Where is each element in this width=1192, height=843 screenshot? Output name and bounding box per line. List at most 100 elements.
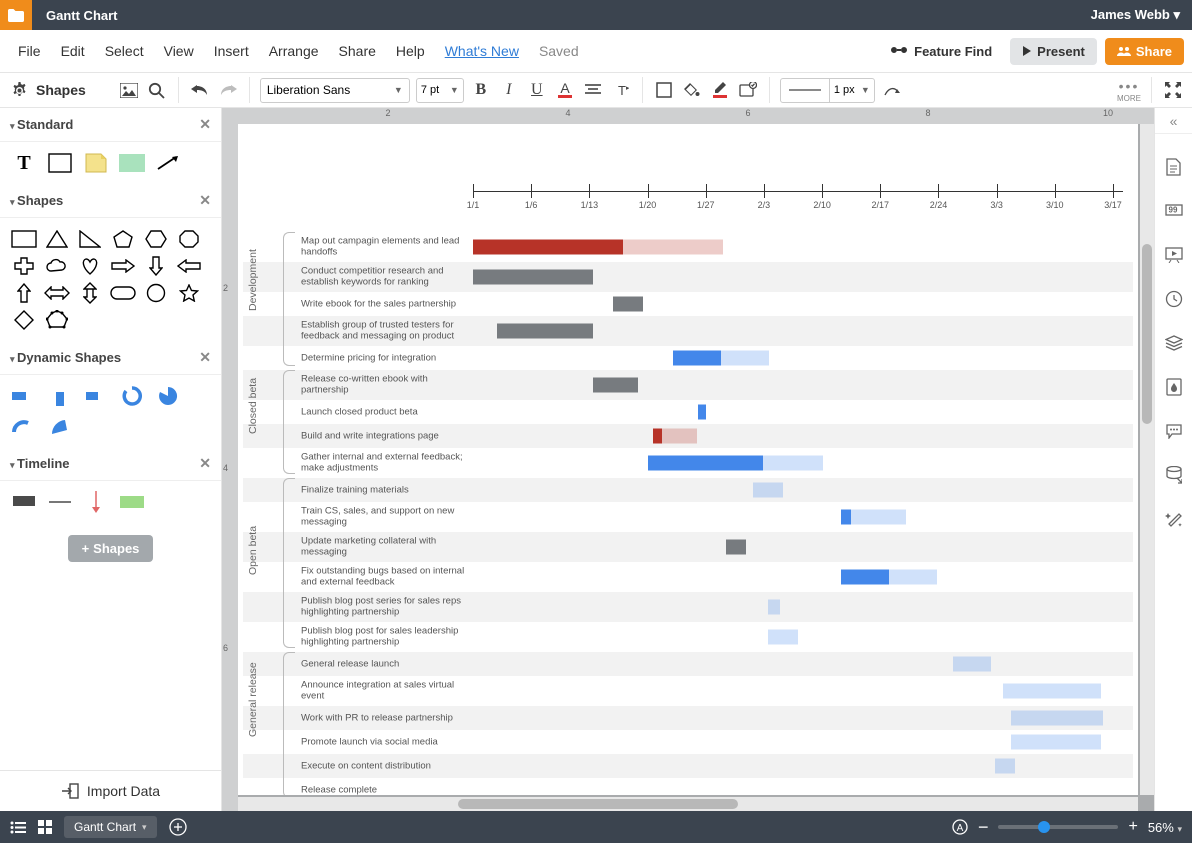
task-row[interactable]: Map out campagin elements and lead hando…: [243, 232, 1133, 262]
shape-diamond[interactable]: [10, 309, 38, 331]
task-row[interactable]: Build and write integrations page: [243, 424, 1133, 448]
gantt-bar[interactable]: [1011, 711, 1103, 726]
gantt-bar[interactable]: [698, 405, 706, 420]
shape-polygon[interactable]: [43, 309, 71, 331]
font-select[interactable]: Liberation Sans▼: [260, 78, 410, 103]
shape-cross[interactable]: [10, 255, 38, 277]
dyn-ring[interactable]: [118, 385, 146, 407]
menu-insert[interactable]: Insert: [214, 43, 249, 59]
task-row[interactable]: Finalize training materials: [243, 478, 1133, 502]
tl-milestone[interactable]: [82, 491, 110, 513]
zoom-level[interactable]: 56% ▾: [1148, 820, 1182, 835]
gantt-bar[interactable]: [753, 483, 783, 498]
gantt-bar[interactable]: [726, 540, 746, 555]
share-button[interactable]: Share: [1105, 38, 1184, 65]
gear-icon[interactable]: [8, 79, 30, 101]
align-icon[interactable]: [582, 79, 604, 101]
shape-arrow-lr[interactable]: [43, 282, 71, 304]
canvas[interactable]: 2 4 6 8 10 2 4 6 1/11/61/131/201/272/32/…: [222, 108, 1154, 811]
shape-arrow-ud[interactable]: [76, 282, 104, 304]
chat-icon[interactable]: [1163, 420, 1185, 442]
gantt-bar[interactable]: [673, 351, 721, 366]
menu-select[interactable]: Select: [105, 43, 144, 59]
gantt-bar[interactable]: [653, 429, 662, 444]
user-menu[interactable]: James Webb ▾: [1091, 7, 1192, 23]
task-row[interactable]: Release co-written ebook with partnershi…: [243, 370, 1133, 400]
shape-triangle[interactable]: [43, 228, 71, 250]
feature-find[interactable]: Feature Find: [890, 44, 992, 59]
gantt-bar[interactable]: [953, 657, 991, 672]
shape-pill[interactable]: [109, 282, 137, 304]
gantt-bar[interactable]: [995, 759, 1015, 774]
dyn-bar[interactable]: [10, 385, 38, 407]
block-shape[interactable]: [118, 152, 146, 174]
close-icon[interactable]: ✕: [199, 455, 211, 472]
add-page-icon[interactable]: [169, 818, 187, 836]
gantt-bar[interactable]: [768, 600, 780, 615]
gantt-bar[interactable]: [473, 270, 593, 285]
shapes-label[interactable]: Shapes: [36, 82, 86, 98]
history-icon[interactable]: [1163, 288, 1185, 310]
theme-icon[interactable]: [1163, 376, 1185, 398]
task-row[interactable]: Establish group of trusted testers for f…: [243, 316, 1133, 346]
search-icon[interactable]: [146, 79, 168, 101]
shape-rect[interactable]: [10, 228, 38, 250]
line-arrow-icon[interactable]: [881, 79, 903, 101]
present-panel-icon[interactable]: [1163, 244, 1185, 266]
comment-icon[interactable]: 99: [1163, 200, 1185, 222]
task-row[interactable]: Release complete: [243, 778, 1133, 795]
menu-share[interactable]: Share: [339, 43, 376, 59]
layers-icon[interactable]: [1163, 332, 1185, 354]
fill-bucket-icon[interactable]: [681, 79, 703, 101]
task-row[interactable]: Fix outstanding bugs based on internal a…: [243, 562, 1133, 592]
line-style-select[interactable]: [780, 78, 830, 103]
close-icon[interactable]: ✕: [199, 192, 211, 209]
collapse-icon[interactable]: «: [1155, 112, 1192, 134]
section-shapes[interactable]: ▾ Shapes ✕: [0, 184, 221, 218]
menu-help[interactable]: Help: [396, 43, 425, 59]
task-row[interactable]: Launch closed product beta: [243, 400, 1133, 424]
zoom-out-icon[interactable]: −: [978, 817, 989, 838]
close-icon[interactable]: ✕: [199, 116, 211, 133]
gantt-bar[interactable]: [473, 240, 623, 255]
scrollbar-thumb[interactable]: [458, 799, 738, 809]
dyn-bar2[interactable]: [82, 385, 110, 407]
shape-style-icon[interactable]: [737, 79, 759, 101]
task-row[interactable]: Train CS, sales, and support on new mess…: [243, 502, 1133, 532]
scrollbar-horizontal[interactable]: [238, 797, 1138, 811]
shape-pentagon[interactable]: [109, 228, 137, 250]
fullscreen-icon[interactable]: [1162, 79, 1184, 101]
shape-arrow-right[interactable]: [109, 255, 137, 277]
task-row[interactable]: Promote launch via social media: [243, 730, 1133, 754]
tl-line[interactable]: [46, 491, 74, 513]
dyn-wedge[interactable]: [46, 415, 74, 437]
tl-bar[interactable]: [118, 491, 146, 513]
rect-shape[interactable]: [46, 152, 74, 174]
menu-view[interactable]: View: [164, 43, 194, 59]
dyn-pie[interactable]: [154, 385, 182, 407]
gantt-bar[interactable]: [889, 570, 937, 585]
folder-icon[interactable]: [0, 0, 32, 30]
document-title[interactable]: Gantt Chart: [32, 8, 1091, 23]
shape-circle[interactable]: [142, 282, 170, 304]
arrow-shape[interactable]: [154, 152, 182, 174]
zoom-slider[interactable]: [998, 825, 1118, 829]
list-view-icon[interactable]: [10, 821, 26, 834]
text-color-icon[interactable]: A: [554, 79, 576, 101]
menu-file[interactable]: File: [18, 43, 41, 59]
shape-arrow-left[interactable]: [175, 255, 203, 277]
gantt-bar[interactable]: [1011, 735, 1101, 750]
tl-block[interactable]: [10, 491, 38, 513]
task-row[interactable]: Determine pricing for integration: [243, 346, 1133, 370]
italic-icon[interactable]: I: [498, 79, 520, 101]
gantt-bar[interactable]: [648, 456, 763, 471]
gantt-bar[interactable]: [841, 510, 851, 525]
task-row[interactable]: Update marketing collateral with messagi…: [243, 532, 1133, 562]
text-options-icon[interactable]: T▸: [610, 79, 632, 101]
gantt-bar[interactable]: [768, 630, 798, 645]
zoom-in-icon[interactable]: +: [1128, 818, 1137, 836]
task-row[interactable]: Publish blog post series for sales reps …: [243, 592, 1133, 622]
task-row[interactable]: Conduct competitior research and establi…: [243, 262, 1133, 292]
shape-cloud[interactable]: [43, 255, 71, 277]
gantt-bar[interactable]: [721, 351, 769, 366]
